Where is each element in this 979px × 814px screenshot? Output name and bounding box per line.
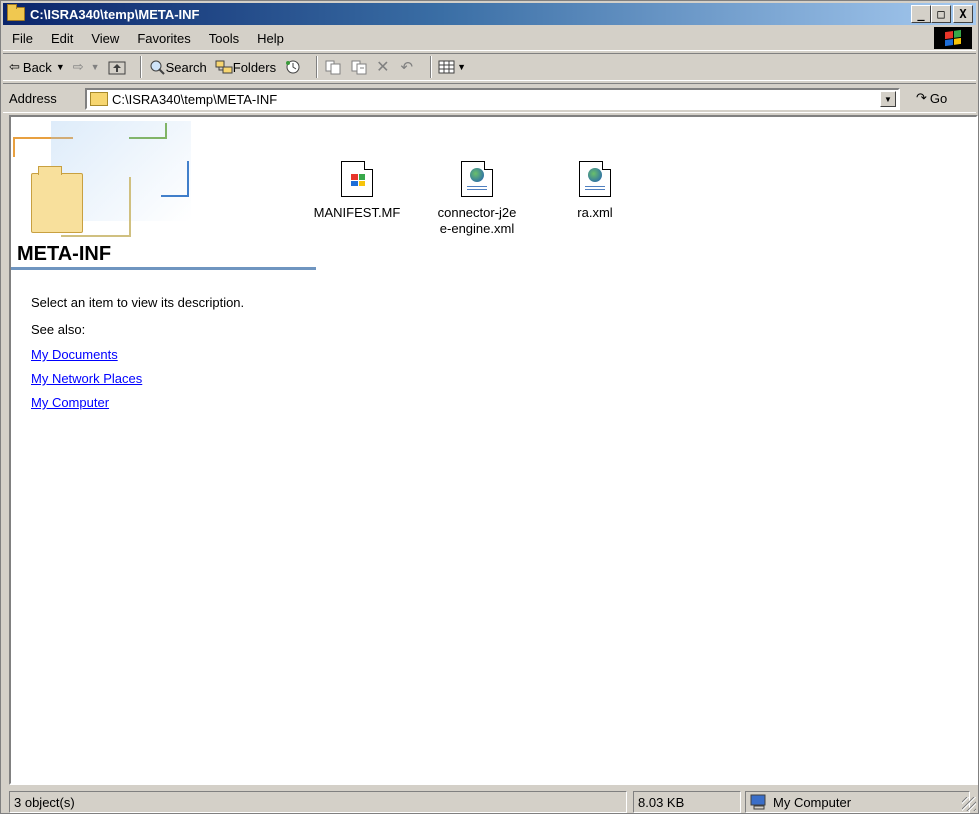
large-folder-icon <box>31 166 83 233</box>
title-bar[interactable]: C:\ISRA340\temp\META-INF _ □ X <box>3 3 976 25</box>
resize-grip-icon[interactable] <box>962 797 976 811</box>
delete-icon: ✕ <box>376 59 390 76</box>
see-also-label: See also: <box>31 322 86 337</box>
address-value: C:\ISRA340\temp\META-INF <box>112 91 278 107</box>
status-bar: 3 object(s) 8.03 KB My Computer <box>3 791 976 813</box>
folder-view: META-INF Select an item to view its desc… <box>9 115 978 785</box>
link-my-computer[interactable]: My Computer <box>31 395 244 410</box>
standard-toolbar: ⇦ Back ▼ ⇨ ▼ Search Folders ✕ ↶ ▼ <box>3 53 976 81</box>
forward-arrow-icon: ⇨ <box>72 59 84 74</box>
menu-tools[interactable]: Tools <box>200 31 248 46</box>
status-zone: My Computer <box>745 791 970 813</box>
minimize-button[interactable]: _ <box>911 5 931 23</box>
copy-to-icon <box>351 60 367 75</box>
folder-title: META-INF <box>17 243 112 265</box>
maximize-button[interactable]: □ <box>931 5 951 23</box>
status-objects-text: 3 object(s) <box>14 794 75 810</box>
menu-file[interactable]: File <box>3 31 42 46</box>
status-size: 8.03 KB <box>633 791 741 813</box>
delete-button[interactable]: ✕ <box>376 56 392 78</box>
history-button[interactable] <box>284 56 302 78</box>
link-my-network-places[interactable]: My Network Places <box>31 371 244 386</box>
back-dropdown-icon[interactable]: ▼ <box>56 62 65 72</box>
history-icon <box>286 60 300 74</box>
go-button[interactable]: ↷ Go <box>916 90 947 106</box>
undo-icon: ↶ <box>400 59 414 76</box>
address-input[interactable]: C:\ISRA340\temp\META-INF ▼ <box>85 88 900 110</box>
xml-file-icon <box>461 161 493 197</box>
toolbar-separator <box>139 56 142 78</box>
toolbar-separator <box>316 56 319 78</box>
close-button[interactable]: X <box>953 5 973 23</box>
move-to-icon <box>325 60 341 75</box>
go-label: Go <box>929 90 948 106</box>
address-label: Address <box>9 90 57 106</box>
explorer-window: C:\ISRA340\temp\META-INF _ □ X File Edit… <box>0 0 979 814</box>
search-button[interactable]: Search <box>148 56 207 78</box>
status-size-text: 8.03 KB <box>638 794 685 810</box>
file-name-line2: e-engine.xml <box>439 221 515 236</box>
xml-file-icon <box>579 161 611 197</box>
go-arrow-icon: ↷ <box>916 90 927 105</box>
forward-dropdown-icon[interactable]: ▼ <box>91 62 100 72</box>
menu-edit[interactable]: Edit <box>42 31 82 46</box>
window-title: C:\ISRA340\temp\META-INF <box>30 6 200 22</box>
link-my-documents[interactable]: My Documents <box>31 347 244 362</box>
folder-icon <box>90 92 108 106</box>
undo-button[interactable]: ↶ <box>401 56 417 78</box>
file-name: MANIFEST.MF <box>313 205 401 220</box>
menu-bar: File Edit View Favorites Tools Help <box>3 27 976 51</box>
menu-view[interactable]: View <box>82 31 128 46</box>
folder-icon <box>7 4 25 21</box>
toolbar-separator <box>430 56 433 78</box>
move-to-button[interactable] <box>324 56 342 78</box>
manifest-file-icon <box>341 161 373 197</box>
status-zone-text: My Computer <box>773 794 852 810</box>
search-icon <box>150 60 165 75</box>
address-bar: Address C:\ISRA340\temp\META-INF ▼ ↷ Go <box>3 83 976 113</box>
folders-button[interactable]: Folders <box>215 56 276 78</box>
forward-button[interactable]: ⇨ ▼ <box>73 56 100 78</box>
back-button[interactable]: ⇦ Back ▼ <box>9 56 65 78</box>
file-item-ra-xml[interactable]: ra.xml <box>545 161 645 221</box>
views-icon <box>438 60 455 74</box>
up-folder-icon <box>108 61 126 75</box>
file-item-connector-j2ee-engine[interactable]: connector-j2e e-engine.xml <box>427 161 527 237</box>
banner-divider <box>11 267 316 270</box>
menu-favorites[interactable]: Favorites <box>128 31 199 46</box>
description-text: Select an item to view its description. <box>31 295 245 310</box>
folders-label: Folders <box>232 59 277 75</box>
copy-to-button[interactable] <box>350 56 368 78</box>
menu-help[interactable]: Help <box>248 31 293 46</box>
views-dropdown-icon[interactable]: ▼ <box>457 62 466 72</box>
info-panel: Select an item to view its description. … <box>31 295 244 419</box>
back-label: Back <box>22 59 52 75</box>
windows-logo-icon <box>934 27 972 49</box>
file-item-manifest[interactable]: MANIFEST.MF <box>307 161 407 221</box>
up-folder-button[interactable] <box>108 56 126 78</box>
search-label: Search <box>165 59 207 75</box>
status-objects: 3 object(s) <box>9 791 627 813</box>
folders-icon <box>215 60 233 74</box>
address-dropdown-icon[interactable]: ▼ <box>880 91 896 107</box>
back-arrow-icon: ⇦ <box>9 59 20 74</box>
views-button[interactable]: ▼ <box>438 56 466 78</box>
folder-banner: META-INF <box>11 117 316 271</box>
computer-icon <box>750 794 766 810</box>
file-name: ra.xml <box>577 205 613 220</box>
file-name-line1: connector-j2e <box>437 205 517 220</box>
